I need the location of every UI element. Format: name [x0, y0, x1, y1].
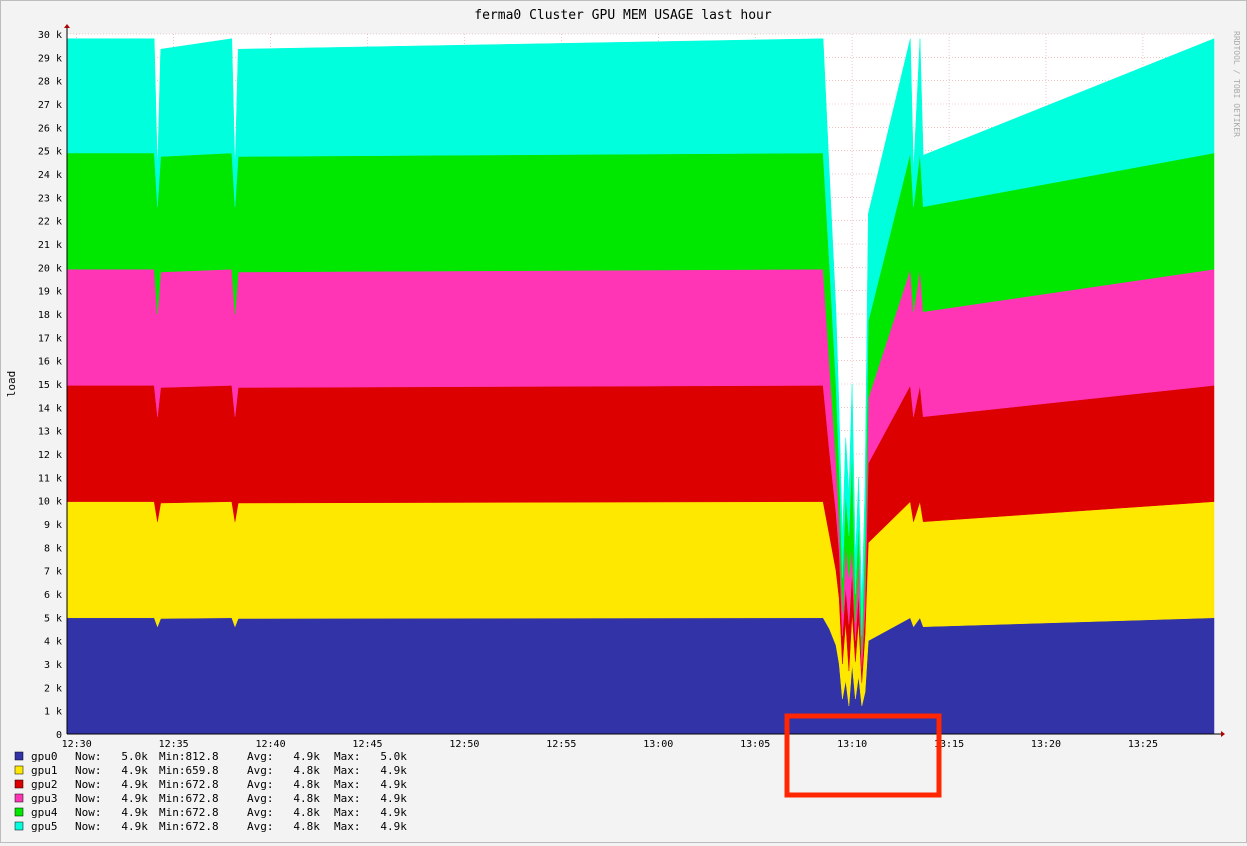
- legend-swatch-gpu2: [14, 779, 24, 789]
- legend-max-gpu3: Max: 4.9k: [334, 792, 407, 805]
- y-tick-label: 5 k: [44, 613, 62, 624]
- y-tick-label: 26 k: [38, 123, 62, 134]
- x-tick-label: 12:30: [62, 739, 92, 750]
- x-tick-label: 12:45: [352, 739, 382, 750]
- legend-name-gpu2: gpu2: [31, 778, 58, 791]
- legend-max-gpu4: Max: 4.9k: [334, 806, 407, 819]
- legend-now-gpu2: Now: 4.9k: [75, 778, 148, 791]
- legend-now-gpu1: Now: 4.9k: [75, 764, 148, 777]
- y-tick-label: 25 k: [38, 147, 62, 158]
- legend-min-gpu0: Min:812.8: [159, 750, 219, 763]
- plot-area: 01 k2 k3 k4 k5 k6 k7 k8 k9 k10 k11 k12 k…: [38, 24, 1225, 798]
- y-tick-label: 8 k: [44, 543, 62, 554]
- legend-avg-gpu1: Avg: 4.8k: [247, 764, 320, 777]
- x-tick-label: 13:25: [1128, 739, 1158, 750]
- legend-min-gpu5: Min:672.8: [159, 820, 219, 833]
- series-area-gpu0: [66, 617, 1215, 735]
- legend-swatch-gpu4: [14, 807, 24, 817]
- gpu-mem-chart: ferma0 Cluster GPU MEM USAGE last hour l…: [5, 8, 1241, 833]
- y-tick-label: 11 k: [38, 473, 62, 484]
- y-tick-label: 22 k: [38, 217, 62, 228]
- legend-swatch-gpu5: [14, 821, 24, 831]
- x-axis-arrow: [1221, 731, 1225, 737]
- y-tick-label: 27 k: [38, 100, 62, 111]
- legend-name-gpu5: gpu5: [31, 820, 58, 833]
- y-tick-label: 1 k: [44, 707, 62, 718]
- legend-now-gpu3: Now: 4.9k: [75, 792, 148, 805]
- rrdtool-watermark: RRDTOOL / TOBI OETIKER: [1232, 31, 1241, 137]
- legend-now-gpu5: Now: 4.9k: [75, 820, 148, 833]
- y-tick-label: 24 k: [38, 170, 62, 181]
- legend: gpu0 Now: 5.0k Min:812.8 Avg: 4.9k Max: 5.0k…: [14, 750, 407, 833]
- legend-max-gpu1: Max: 4.9k: [334, 764, 407, 777]
- legend-min-gpu3: Min:672.8: [159, 792, 219, 805]
- y-tick-label: 7 k: [44, 567, 62, 578]
- legend-min-gpu2: Min:672.8: [159, 778, 219, 791]
- legend-swatch-gpu3: [14, 793, 24, 803]
- y-tick-label: 10 k: [38, 497, 62, 508]
- legend-avg-gpu0: Avg: 4.9k: [247, 750, 320, 763]
- x-tick-label: 12:35: [159, 739, 189, 750]
- legend-name-gpu1: gpu1: [31, 764, 58, 777]
- legend-min-gpu4: Min:672.8: [159, 806, 219, 819]
- chart-title: ferma0 Cluster GPU MEM USAGE last hour: [474, 8, 772, 23]
- legend-avg-gpu4: Avg: 4.8k: [247, 806, 320, 819]
- x-tick-label: 12:40: [255, 739, 285, 750]
- y-tick-label: 23 k: [38, 193, 62, 204]
- y-tick-label: 12 k: [38, 450, 62, 461]
- legend-name-gpu0: gpu0: [31, 750, 58, 763]
- legend-swatch-gpu1: [14, 765, 24, 775]
- x-tick-label: 13:00: [643, 739, 673, 750]
- y-tick-label: 4 k: [44, 637, 62, 648]
- y-tick-label: 14 k: [38, 403, 62, 414]
- legend-avg-gpu3: Avg: 4.8k: [247, 792, 320, 805]
- y-tick-label: 20 k: [38, 263, 62, 274]
- legend-max-gpu0: Max: 5.0k: [334, 750, 407, 763]
- legend-now-gpu4: Now: 4.9k: [75, 806, 148, 819]
- legend-avg-gpu2: Avg: 4.8k: [247, 778, 320, 791]
- y-tick-label: 21 k: [38, 240, 62, 251]
- legend-name-gpu4: gpu4: [31, 806, 58, 819]
- x-tick-label: 12:55: [546, 739, 576, 750]
- x-tick-label: 13:20: [1031, 739, 1061, 750]
- y-tick-label: 3 k: [44, 660, 62, 671]
- y-tick-label: 19 k: [38, 287, 62, 298]
- y-tick-label: 6 k: [44, 590, 62, 601]
- chart-frame: ferma0 Cluster GPU MEM USAGE last hour l…: [0, 0, 1247, 843]
- y-tick-label: 2 k: [44, 683, 62, 694]
- y-axis-arrow: [64, 24, 70, 28]
- legend-now-gpu0: Now: 5.0k: [75, 750, 148, 763]
- y-tick-label: 28 k: [38, 77, 62, 88]
- y-tick-label: 13 k: [38, 427, 62, 438]
- x-tick-label: 13:10: [837, 739, 867, 750]
- y-tick-label: 15 k: [38, 380, 62, 391]
- legend-name-gpu3: gpu3: [31, 792, 58, 805]
- y-tick-label: 29 k: [38, 53, 62, 64]
- x-tick-label: 12:50: [449, 739, 479, 750]
- y-tick-label: 9 k: [44, 520, 62, 531]
- y-tick-label: 18 k: [38, 310, 62, 321]
- legend-max-gpu5: Max: 4.9k: [334, 820, 407, 833]
- y-tick-label: 30 k: [38, 30, 62, 41]
- y-axis-label: load: [5, 371, 18, 398]
- legend-swatch-gpu0: [14, 751, 24, 761]
- y-tick-label: 17 k: [38, 333, 62, 344]
- y-tick-label: 16 k: [38, 357, 62, 368]
- legend-max-gpu2: Max: 4.9k: [334, 778, 407, 791]
- legend-avg-gpu5: Avg: 4.8k: [247, 820, 320, 833]
- x-tick-label: 13:05: [740, 739, 770, 750]
- legend-min-gpu1: Min:659.8: [159, 764, 219, 777]
